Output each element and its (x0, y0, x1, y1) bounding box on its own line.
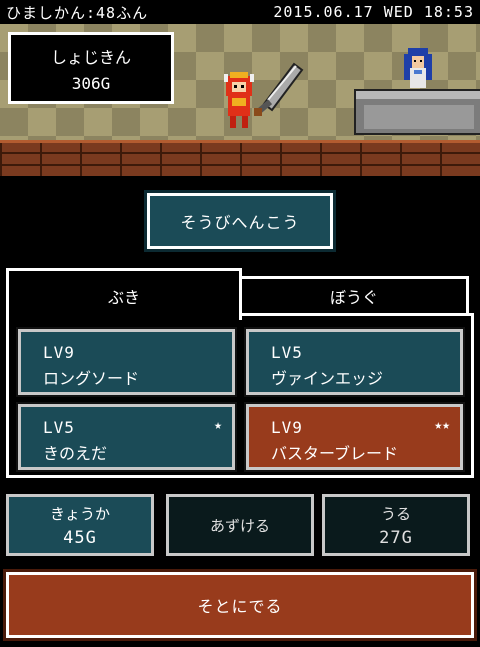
equip-change-button[interactable]: そうびへんこう (144, 190, 336, 252)
hero-sprite-icon (224, 62, 304, 128)
tab-weapon[interactable]: ぶき (6, 268, 242, 320)
brick-floor (0, 140, 480, 176)
wallet-amount: 306G (71, 73, 111, 93)
wallet-box: しょじきん 306G (8, 32, 174, 104)
item-card-vine-edge[interactable]: LV5 ヴァインエッジ (244, 327, 465, 397)
item-level: LV5 (43, 418, 75, 437)
star-icon: ★ (214, 418, 222, 433)
free-time-text: ひましかん:48ふん (6, 3, 149, 22)
enhance-label: きょうか (49, 504, 110, 523)
deposit-button[interactable]: あずける (166, 494, 314, 556)
item-level: LV9 (43, 343, 75, 362)
star-icon: ★★ (434, 418, 450, 433)
item-card-branch[interactable]: LV5 きのえだ ★ (16, 402, 237, 472)
wallet-label: しょじきん (50, 47, 131, 67)
sword-icon (254, 62, 304, 116)
item-level: LV9 (271, 418, 303, 437)
item-name: バスターブレード (271, 444, 399, 463)
sell-price: 27G (379, 527, 413, 548)
item-name: きのえだ (43, 444, 108, 463)
sell-button[interactable]: うる 27G (322, 494, 470, 556)
item-name: ロングソード (43, 369, 140, 388)
datetime-text: 2015.06.17 WED 18:53 (273, 3, 474, 21)
shop-counter (354, 89, 480, 135)
deposit-label: あずける (209, 516, 270, 535)
item-card-buster-blade[interactable]: LV9 バスターブレード ★★ (244, 402, 465, 472)
shopkeeper-sprite-icon (404, 48, 432, 88)
enhance-button[interactable]: きょうか 45G (6, 494, 154, 556)
tab-armor[interactable]: ぼうぐ (242, 276, 469, 316)
exit-shop-button[interactable]: そとにでる (3, 569, 477, 641)
item-level: LV5 (271, 343, 303, 362)
status-bar: ひましかん:48ふん 2015.06.17 WED 18:53 (0, 0, 480, 24)
sell-label: うる (380, 504, 411, 523)
item-card-longsword[interactable]: LV9 ロングソード (16, 327, 237, 397)
enhance-price: 45G (63, 527, 97, 548)
item-name: ヴァインエッジ (271, 369, 384, 388)
